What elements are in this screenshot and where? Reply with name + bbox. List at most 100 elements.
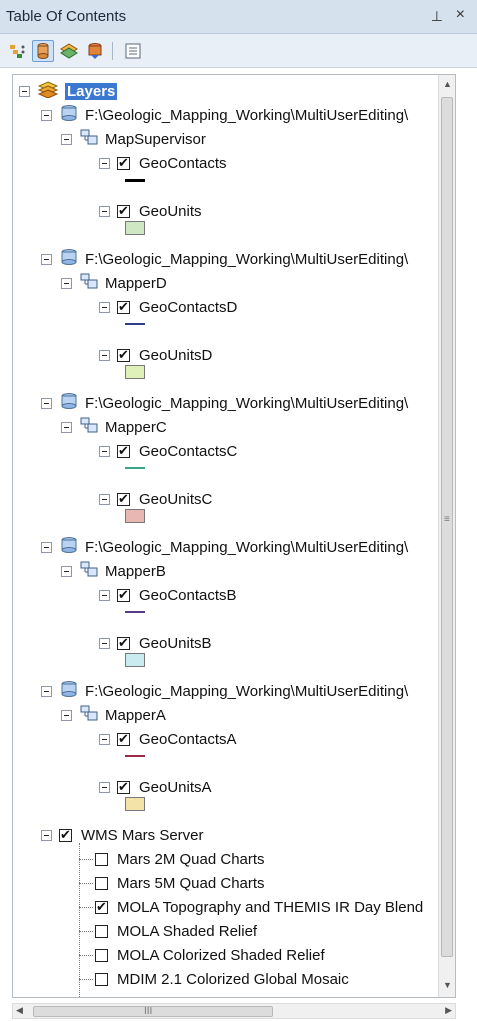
line-symbol xyxy=(125,323,145,325)
tree-layer-row[interactable]: GeoUnitsC xyxy=(99,487,212,511)
scroll-down-icon[interactable]: ▼ xyxy=(443,980,452,990)
collapse-toggle-icon[interactable] xyxy=(99,445,110,457)
collapse-toggle-icon[interactable] xyxy=(61,421,72,433)
tree-wms-layer-row[interactable]: Mars 2M Quad Charts xyxy=(95,847,265,871)
tree-label: F:\Geologic_Mapping_Working\MultiUserEdi… xyxy=(85,106,409,124)
visibility-checkbox[interactable] xyxy=(117,635,130,651)
toc-tree: Layers F:\Geologic_Mapping_Working\MultiU… xyxy=(13,75,455,997)
tree-workspace-row[interactable]: F:\Geologic_Mapping_Working\MultiUserEdi… xyxy=(41,391,408,415)
tree-wms-layer-row[interactable]: MDIM 2.1 Colorized Global Mosaic xyxy=(95,967,349,991)
horizontal-grip: III xyxy=(144,1006,153,1017)
collapse-toggle-icon[interactable] xyxy=(41,109,52,121)
tree-label: GeoContactsC xyxy=(139,442,238,460)
tree-wms-layer-row[interactable]: MOLA Topography and THEMIS IR Day Blend xyxy=(95,895,423,919)
collapse-toggle-icon[interactable] xyxy=(41,685,52,697)
collapse-toggle-icon[interactable] xyxy=(41,829,52,841)
collapse-toggle-icon[interactable] xyxy=(61,277,72,289)
collapse-toggle-icon[interactable] xyxy=(61,709,72,721)
tree-dataset-row[interactable]: MapSupervisor xyxy=(61,127,206,151)
visibility-checkbox[interactable] xyxy=(95,924,108,938)
visibility-checkbox[interactable] xyxy=(95,852,108,866)
visibility-checkbox[interactable] xyxy=(117,731,130,747)
tree-layer-row[interactable]: GeoContactsA xyxy=(99,727,237,751)
tree-label: MapperA xyxy=(105,706,166,724)
tree-dataset-row[interactable]: MapperA xyxy=(61,703,166,727)
tree-workspace-row[interactable]: F:\Geologic_Mapping_Working\MultiUserEdi… xyxy=(41,103,408,127)
tree-connector xyxy=(79,883,93,884)
visibility-checkbox[interactable] xyxy=(59,827,72,843)
vertical-scroll-thumb[interactable]: ≡ xyxy=(441,97,453,957)
collapse-toggle-icon[interactable] xyxy=(99,733,110,745)
vertical-grip: ≡ xyxy=(444,514,450,525)
tree-wms-layer-row[interactable]: MDIM 2.0 Global Mosaic xyxy=(95,991,281,998)
collapse-toggle-icon[interactable] xyxy=(41,541,52,553)
collapse-toggle-icon[interactable] xyxy=(41,397,52,409)
tree-workspace-row[interactable]: F:\Geologic_Mapping_Working\MultiUserEdi… xyxy=(41,247,408,271)
list-by-selection-icon[interactable] xyxy=(84,40,106,62)
horizontal-scrollbar[interactable]: ◀ III ▶ xyxy=(12,1003,456,1019)
line-symbol xyxy=(125,755,145,757)
collapse-toggle-icon[interactable] xyxy=(61,133,72,145)
close-icon[interactable]: × xyxy=(456,6,465,24)
tree-layer-row[interactable]: GeoUnits xyxy=(99,199,202,223)
list-by-drawing-order-icon[interactable] xyxy=(6,40,28,62)
visibility-checkbox[interactable] xyxy=(95,876,108,890)
collapse-toggle-icon[interactable] xyxy=(99,349,110,361)
visibility-checkbox[interactable] xyxy=(117,587,130,603)
visibility-checkbox[interactable] xyxy=(95,899,108,915)
options-icon[interactable] xyxy=(122,40,144,62)
tree-wms-layer-row[interactable]: MOLA Colorized Shaded Relief xyxy=(95,943,325,967)
tree-layer-row[interactable]: GeoUnitsD xyxy=(99,343,212,367)
tree-label: GeoUnits xyxy=(139,202,202,220)
visibility-checkbox[interactable] xyxy=(117,299,130,315)
tree-workspace-row[interactable]: F:\Geologic_Mapping_Working\MultiUserEdi… xyxy=(41,535,408,559)
scroll-right-icon[interactable]: ▶ xyxy=(445,1005,452,1016)
tree-dataset-row[interactable]: MapperC xyxy=(61,415,167,439)
collapse-toggle-icon[interactable] xyxy=(99,157,110,169)
collapse-toggle-icon[interactable] xyxy=(99,493,110,505)
collapse-toggle-icon[interactable] xyxy=(99,781,110,793)
pin-icon[interactable]: ⊥ xyxy=(431,8,443,25)
tree-workspace-row[interactable]: F:\Geologic_Mapping_Working\MultiUserEdi… xyxy=(41,679,408,703)
visibility-checkbox[interactable] xyxy=(95,972,108,986)
tree-wms-server-row[interactable]: WMS Mars Server xyxy=(41,823,204,847)
horizontal-scroll-thumb[interactable]: III xyxy=(33,1006,273,1017)
tree-label: MDIM 2.0 Global Mosaic xyxy=(117,995,281,998)
tree-wms-layer-row[interactable]: Mars 5M Quad Charts xyxy=(95,871,265,895)
collapse-toggle-icon[interactable] xyxy=(61,565,72,577)
collapse-toggle-icon[interactable] xyxy=(99,301,110,313)
visibility-checkbox[interactable] xyxy=(95,996,108,997)
list-by-visibility-icon[interactable] xyxy=(58,40,80,62)
visibility-checkbox[interactable] xyxy=(117,779,130,795)
tree-label: MapperD xyxy=(105,274,167,292)
collapse-toggle-icon[interactable] xyxy=(41,253,52,265)
tree-layer-row[interactable]: GeoUnitsA xyxy=(99,775,212,799)
tree-dataset-row[interactable]: MapperD xyxy=(61,271,167,295)
scroll-up-icon[interactable]: ▲ xyxy=(443,79,452,89)
collapse-toggle-icon[interactable] xyxy=(99,589,110,601)
tree-label: MOLA Colorized Shaded Relief xyxy=(117,946,325,964)
tree-layer-row[interactable]: GeoContacts xyxy=(99,151,227,175)
tree-layer-row[interactable]: GeoUnitsB xyxy=(99,631,212,655)
collapse-toggle-icon[interactable] xyxy=(99,205,110,217)
list-by-source-icon[interactable] xyxy=(32,40,54,62)
tree-root-layers[interactable]: Layers xyxy=(19,79,118,103)
tree-wms-layer-row[interactable]: MOLA Shaded Relief xyxy=(95,919,257,943)
tree-connector xyxy=(79,859,93,860)
visibility-checkbox[interactable] xyxy=(117,155,130,171)
tree-layer-row[interactable]: GeoContactsB xyxy=(99,583,237,607)
tree-dataset-row[interactable]: MapperB xyxy=(61,559,166,583)
tree-connector xyxy=(79,979,93,980)
vertical-scrollbar[interactable]: ▲ ≡ ▼ xyxy=(438,75,455,997)
visibility-checkbox[interactable] xyxy=(117,443,130,459)
scroll-left-icon[interactable]: ◀ xyxy=(16,1005,23,1016)
visibility-checkbox[interactable] xyxy=(117,491,130,507)
visibility-checkbox[interactable] xyxy=(117,203,130,219)
visibility-checkbox[interactable] xyxy=(95,948,108,962)
tree-layer-row[interactable]: GeoContactsD xyxy=(99,295,237,319)
visibility-checkbox[interactable] xyxy=(117,347,130,363)
tree-layer-row[interactable]: GeoContactsC xyxy=(99,439,237,463)
collapse-toggle-icon[interactable] xyxy=(19,85,30,97)
feature-dataset-icon xyxy=(79,560,99,582)
collapse-toggle-icon[interactable] xyxy=(99,637,110,649)
